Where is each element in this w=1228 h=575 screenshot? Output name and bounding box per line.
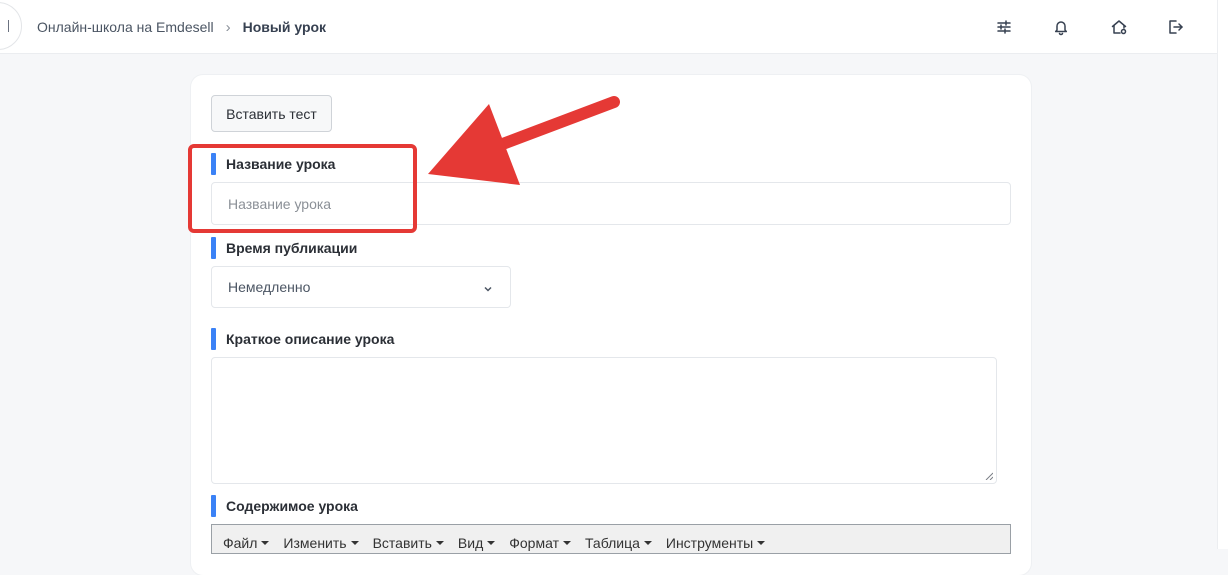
publish-time-value: Немедленно bbox=[228, 279, 311, 295]
editor-menubar: Файл Изменить Вставить Вид Формат Таблиц… bbox=[211, 524, 1011, 554]
caret-down-icon bbox=[643, 541, 652, 545]
sliders-icon[interactable] bbox=[993, 16, 1015, 38]
short-description-textarea[interactable] bbox=[211, 357, 997, 484]
lesson-title-input[interactable] bbox=[211, 182, 1011, 225]
breadcrumb: Онлайн-школа на Emdesell › Новый урок bbox=[37, 18, 326, 36]
caret-down-icon bbox=[435, 541, 444, 545]
bell-icon[interactable] bbox=[1050, 16, 1072, 38]
chevron-down-icon bbox=[482, 282, 494, 294]
caret-down-icon bbox=[261, 541, 270, 545]
lesson-content-label: Содержимое урока bbox=[211, 495, 358, 517]
breadcrumb-current: Новый урок bbox=[242, 19, 327, 35]
sidebar-toggle-button[interactable] bbox=[0, 2, 22, 50]
short-description-label: Краткое описание урока bbox=[211, 328, 394, 350]
caret-down-icon bbox=[757, 541, 766, 545]
toggle-icon bbox=[8, 20, 9, 32]
insert-test-button[interactable]: Вставить тест bbox=[211, 95, 332, 132]
home-settings-icon[interactable] bbox=[1108, 16, 1130, 38]
top-bar: Онлайн-школа на Emdesell › Новый урок bbox=[0, 0, 1218, 54]
caret-down-icon bbox=[350, 541, 359, 545]
publish-time-label: Время публикации bbox=[211, 237, 357, 259]
caret-down-icon bbox=[562, 541, 571, 545]
chevron-right-icon: › bbox=[225, 18, 231, 36]
publish-time-select[interactable]: Немедленно bbox=[211, 266, 511, 308]
resize-grip-icon[interactable] bbox=[985, 472, 993, 480]
caret-down-icon bbox=[487, 541, 496, 545]
logout-icon[interactable] bbox=[1164, 16, 1186, 38]
scrollbar[interactable] bbox=[1217, 0, 1228, 549]
lesson-title-label: Название урока bbox=[211, 153, 335, 175]
breadcrumb-parent-link[interactable]: Онлайн-школа на Emdesell bbox=[37, 19, 214, 35]
